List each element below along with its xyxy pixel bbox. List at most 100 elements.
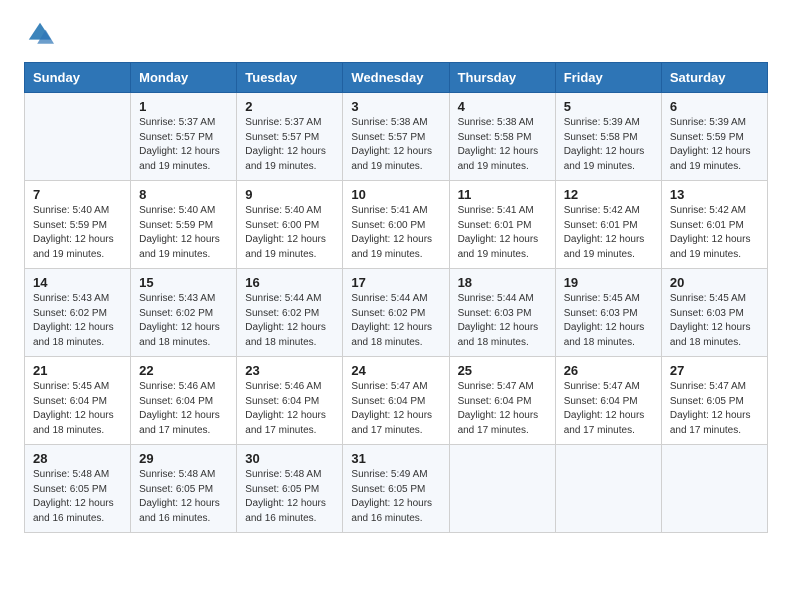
cell-info: Sunrise: 5:45 AM Sunset: 6:03 PM Dayligh… <box>670 292 759 350</box>
page-header <box>24 20 768 48</box>
calendar-cell <box>661 445 767 533</box>
calendar-cell: 29 Sunrise: 5:48 AM Sunset: 6:05 PM Dayli… <box>131 445 237 533</box>
cell-info: Sunrise: 5:44 AM Sunset: 6:02 PM Dayligh… <box>351 292 440 350</box>
week-row-4: 21 Sunrise: 5:45 AM Sunset: 6:04 PM Dayli… <box>25 357 768 445</box>
calendar-cell: 18 Sunrise: 5:44 AM Sunset: 6:03 PM Dayli… <box>449 269 555 357</box>
day-number: 24 <box>351 363 440 378</box>
cell-info: Sunrise: 5:37 AM Sunset: 5:57 PM Dayligh… <box>245 116 334 174</box>
day-number: 14 <box>33 275 122 290</box>
cell-info: Sunrise: 5:37 AM Sunset: 5:57 PM Dayligh… <box>139 116 228 174</box>
calendar-cell: 30Sunrise: 5:48 AM Sunset: 6:05 PM Dayli… <box>237 445 343 533</box>
cell-info: Sunrise: 5:47 AM Sunset: 6:04 PM Dayligh… <box>564 380 653 438</box>
cell-info: Sunrise: 5:40 AM Sunset: 6:00 PM Dayligh… <box>245 204 334 262</box>
day-number: 12 <box>564 187 653 202</box>
calendar-cell: 31 Sunrise: 5:49 AM Sunset: 6:05 PM Dayli… <box>343 445 449 533</box>
calendar-cell: 10 Sunrise: 5:41 AM Sunset: 6:00 PM Dayli… <box>343 181 449 269</box>
week-row-5: 28 Sunrise: 5:48 AM Sunset: 6:05 PM Dayli… <box>25 445 768 533</box>
logo <box>24 20 58 48</box>
cell-info: Sunrise: 5:38 AM Sunset: 5:57 PM Dayligh… <box>351 116 440 174</box>
week-row-1: 1Sunrise: 5:37 AM Sunset: 5:57 PM Daylig… <box>25 93 768 181</box>
day-number: 26 <box>564 363 653 378</box>
calendar-cell: 16 Sunrise: 5:44 AM Sunset: 6:02 PM Dayli… <box>237 269 343 357</box>
calendar-table: SundayMondayTuesdayWednesdayThursdayFrid… <box>24 62 768 533</box>
day-number: 6 <box>670 99 759 114</box>
calendar-cell <box>449 445 555 533</box>
calendar-header: SundayMondayTuesdayWednesdayThursdayFrid… <box>25 63 768 93</box>
cell-info: Sunrise: 5:39 AM Sunset: 5:58 PM Dayligh… <box>564 116 653 174</box>
day-number: 13 <box>670 187 759 202</box>
calendar-cell <box>25 93 131 181</box>
calendar-cell: 9Sunrise: 5:40 AM Sunset: 6:00 PM Daylig… <box>237 181 343 269</box>
cell-info: Sunrise: 5:45 AM Sunset: 6:04 PM Dayligh… <box>33 380 122 438</box>
cell-info: Sunrise: 5:38 AM Sunset: 5:58 PM Dayligh… <box>458 116 547 174</box>
logo-icon <box>26 20 54 48</box>
cell-info: Sunrise: 5:43 AM Sunset: 6:02 PM Dayligh… <box>33 292 122 350</box>
cell-info: Sunrise: 5:48 AM Sunset: 6:05 PM Dayligh… <box>245 468 334 526</box>
day-number: 4 <box>458 99 547 114</box>
cell-info: Sunrise: 5:48 AM Sunset: 6:05 PM Dayligh… <box>33 468 122 526</box>
day-number: 16 <box>245 275 334 290</box>
header-col-monday: Monday <box>131 63 237 93</box>
day-number: 17 <box>351 275 440 290</box>
header-col-saturday: Saturday <box>661 63 767 93</box>
day-number: 25 <box>458 363 547 378</box>
day-number: 10 <box>351 187 440 202</box>
cell-info: Sunrise: 5:46 AM Sunset: 6:04 PM Dayligh… <box>245 380 334 438</box>
calendar-cell: 19 Sunrise: 5:45 AM Sunset: 6:03 PM Dayli… <box>555 269 661 357</box>
cell-info: Sunrise: 5:43 AM Sunset: 6:02 PM Dayligh… <box>139 292 228 350</box>
calendar-cell: 23 Sunrise: 5:46 AM Sunset: 6:04 PM Dayli… <box>237 357 343 445</box>
calendar-cell: 28 Sunrise: 5:48 AM Sunset: 6:05 PM Dayli… <box>25 445 131 533</box>
cell-info: Sunrise: 5:44 AM Sunset: 6:03 PM Dayligh… <box>458 292 547 350</box>
cell-info: Sunrise: 5:49 AM Sunset: 6:05 PM Dayligh… <box>351 468 440 526</box>
day-number: 7 <box>33 187 122 202</box>
cell-info: Sunrise: 5:48 AM Sunset: 6:05 PM Dayligh… <box>139 468 228 526</box>
day-number: 28 <box>33 451 122 466</box>
calendar-cell: 25Sunrise: 5:47 AM Sunset: 6:04 PM Dayli… <box>449 357 555 445</box>
calendar-cell: 13 Sunrise: 5:42 AM Sunset: 6:01 PM Dayli… <box>661 181 767 269</box>
calendar-cell: 8 Sunrise: 5:40 AM Sunset: 5:59 PM Daylig… <box>131 181 237 269</box>
calendar-cell: 2 Sunrise: 5:37 AM Sunset: 5:57 PM Daylig… <box>237 93 343 181</box>
cell-info: Sunrise: 5:47 AM Sunset: 6:04 PM Dayligh… <box>351 380 440 438</box>
calendar-cell: 24 Sunrise: 5:47 AM Sunset: 6:04 PM Dayli… <box>343 357 449 445</box>
calendar-cell: 7 Sunrise: 5:40 AM Sunset: 5:59 PM Daylig… <box>25 181 131 269</box>
day-number: 18 <box>458 275 547 290</box>
day-number: 22 <box>139 363 228 378</box>
cell-info: Sunrise: 5:41 AM Sunset: 6:01 PM Dayligh… <box>458 204 547 262</box>
day-number: 20 <box>670 275 759 290</box>
calendar-cell: 1Sunrise: 5:37 AM Sunset: 5:57 PM Daylig… <box>131 93 237 181</box>
day-number: 23 <box>245 363 334 378</box>
day-number: 3 <box>351 99 440 114</box>
calendar-cell: 17 Sunrise: 5:44 AM Sunset: 6:02 PM Dayli… <box>343 269 449 357</box>
calendar-cell <box>555 445 661 533</box>
cell-info: Sunrise: 5:39 AM Sunset: 5:59 PM Dayligh… <box>670 116 759 174</box>
cell-info: Sunrise: 5:44 AM Sunset: 6:02 PM Dayligh… <box>245 292 334 350</box>
day-number: 27 <box>670 363 759 378</box>
cell-info: Sunrise: 5:41 AM Sunset: 6:00 PM Dayligh… <box>351 204 440 262</box>
calendar-cell: 22 Sunrise: 5:46 AM Sunset: 6:04 PM Dayli… <box>131 357 237 445</box>
header-col-sunday: Sunday <box>25 63 131 93</box>
day-number: 8 <box>139 187 228 202</box>
calendar-cell: 26 Sunrise: 5:47 AM Sunset: 6:04 PM Dayli… <box>555 357 661 445</box>
calendar-cell: 15 Sunrise: 5:43 AM Sunset: 6:02 PM Dayli… <box>131 269 237 357</box>
cell-info: Sunrise: 5:40 AM Sunset: 5:59 PM Dayligh… <box>33 204 122 262</box>
header-col-tuesday: Tuesday <box>237 63 343 93</box>
day-number: 21 <box>33 363 122 378</box>
calendar-cell: 4 Sunrise: 5:38 AM Sunset: 5:58 PM Daylig… <box>449 93 555 181</box>
week-row-3: 14 Sunrise: 5:43 AM Sunset: 6:02 PM Dayli… <box>25 269 768 357</box>
header-row: SundayMondayTuesdayWednesdayThursdayFrid… <box>25 63 768 93</box>
calendar-cell: 14 Sunrise: 5:43 AM Sunset: 6:02 PM Dayli… <box>25 269 131 357</box>
header-col-thursday: Thursday <box>449 63 555 93</box>
cell-info: Sunrise: 5:40 AM Sunset: 5:59 PM Dayligh… <box>139 204 228 262</box>
calendar-cell: 20 Sunrise: 5:45 AM Sunset: 6:03 PM Dayli… <box>661 269 767 357</box>
day-number: 29 <box>139 451 228 466</box>
day-number: 2 <box>245 99 334 114</box>
day-number: 19 <box>564 275 653 290</box>
day-number: 31 <box>351 451 440 466</box>
cell-info: Sunrise: 5:45 AM Sunset: 6:03 PM Dayligh… <box>564 292 653 350</box>
calendar-cell: 11Sunrise: 5:41 AM Sunset: 6:01 PM Dayli… <box>449 181 555 269</box>
cell-info: Sunrise: 5:46 AM Sunset: 6:04 PM Dayligh… <box>139 380 228 438</box>
calendar-cell: 27Sunrise: 5:47 AM Sunset: 6:05 PM Dayli… <box>661 357 767 445</box>
header-col-wednesday: Wednesday <box>343 63 449 93</box>
day-number: 15 <box>139 275 228 290</box>
cell-info: Sunrise: 5:42 AM Sunset: 6:01 PM Dayligh… <box>670 204 759 262</box>
